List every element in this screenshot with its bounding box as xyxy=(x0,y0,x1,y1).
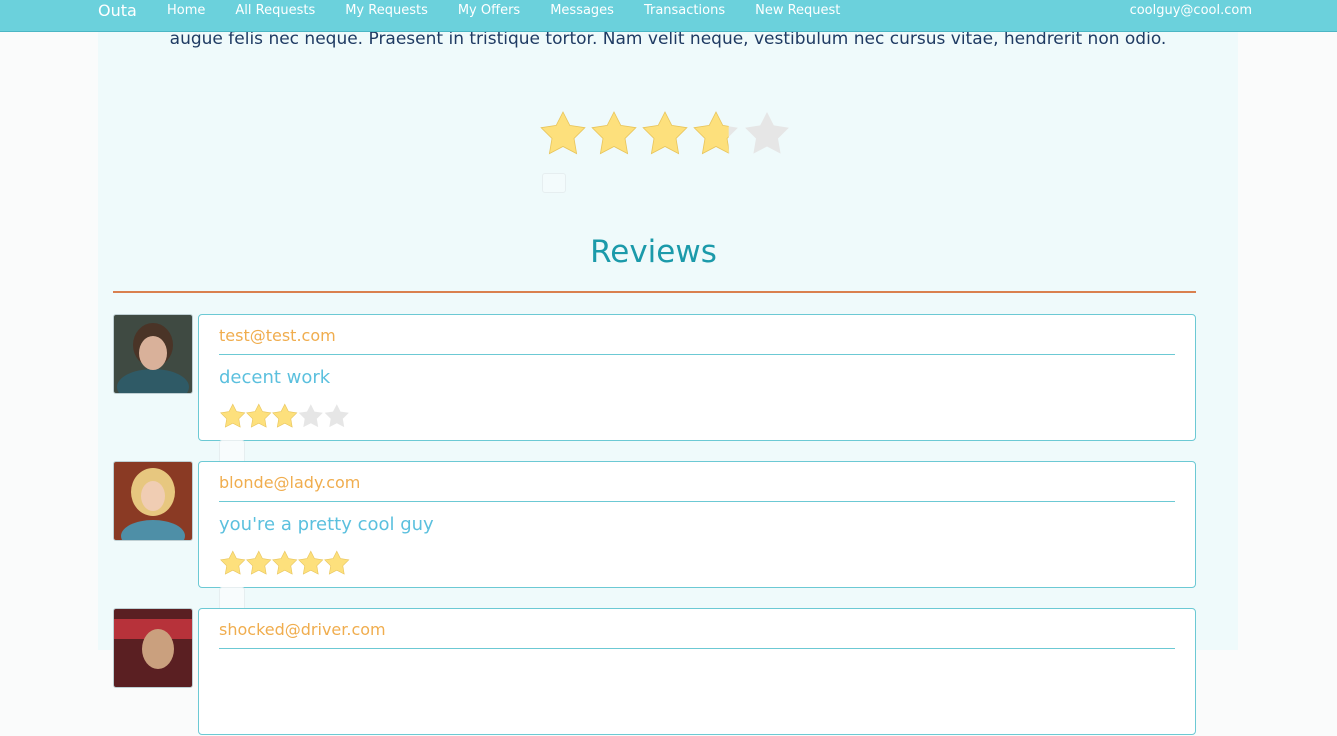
nav-link-transactions[interactable]: Transactions xyxy=(644,3,725,19)
star-filled-icon[interactable] xyxy=(540,111,586,155)
request-star-rating xyxy=(540,111,789,155)
star-filled-icon[interactable] xyxy=(591,111,637,155)
reviews-divider xyxy=(113,291,1196,293)
nav-link-my-requests[interactable]: My Requests xyxy=(345,3,428,19)
star-filled-icon xyxy=(272,403,298,428)
review-star-rating xyxy=(220,403,349,428)
review-comment: decent work xyxy=(219,367,331,388)
user-account-link[interactable]: coolguy@cool.com xyxy=(1130,3,1252,19)
review-card: shocked@driver.com xyxy=(198,608,1196,735)
review-star-rating xyxy=(220,550,350,575)
star-filled-icon xyxy=(246,550,272,575)
star-filled-icon xyxy=(220,550,246,575)
nav-link-all-requests[interactable]: All Requests xyxy=(235,3,315,19)
star-empty-icon[interactable] xyxy=(745,112,789,154)
review-card: blonde@lady.com you're a pretty cool guy xyxy=(198,461,1196,611)
star-filled-icon xyxy=(220,403,246,428)
reviewer-avatar[interactable] xyxy=(113,461,193,541)
reviewer-email[interactable]: test@test.com xyxy=(219,326,336,346)
review-item: test@test.com decent work xyxy=(113,314,1196,464)
review-card: test@test.com decent work xyxy=(198,314,1196,464)
reviewer-email[interactable]: shocked@driver.com xyxy=(219,620,386,640)
nav-link-messages[interactable]: Messages xyxy=(550,3,614,19)
brand-logo[interactable]: Outa xyxy=(98,1,137,21)
star-filled-icon xyxy=(272,550,298,575)
star-empty-icon xyxy=(324,404,349,428)
nav-link-my-offers[interactable]: My Offers xyxy=(458,3,520,19)
reviewer-email[interactable]: blonde@lady.com xyxy=(219,473,360,493)
review-divider xyxy=(219,354,1175,355)
star-filled-icon xyxy=(324,550,350,575)
nav-link-home[interactable]: Home xyxy=(167,3,205,19)
request-detail-panel: augue felis nec neque. Praesent in trist… xyxy=(98,0,1238,735)
star-filled-icon[interactable] xyxy=(642,111,688,155)
review-divider xyxy=(219,501,1175,502)
review-divider xyxy=(219,648,1175,649)
nav-link-new-request[interactable]: New Request xyxy=(755,3,840,19)
star-filled-icon xyxy=(246,403,272,428)
reviewer-avatar[interactable] xyxy=(113,608,193,688)
star-filled-icon xyxy=(298,550,324,575)
top-navbar: Outa Home All Requests My Requests My Of… xyxy=(0,0,1337,32)
rating-checkbox[interactable] xyxy=(542,173,566,193)
reviews-heading: Reviews xyxy=(590,234,717,270)
star-empty-icon xyxy=(298,404,323,428)
reviewer-avatar[interactable] xyxy=(113,314,193,394)
review-item: shocked@driver.com xyxy=(113,608,1196,736)
review-comment: you're a pretty cool guy xyxy=(219,514,434,535)
review-item: blonde@lady.com you're a pretty cool guy xyxy=(113,461,1196,611)
nav-links: Home All Requests My Requests My Offers … xyxy=(167,3,870,19)
